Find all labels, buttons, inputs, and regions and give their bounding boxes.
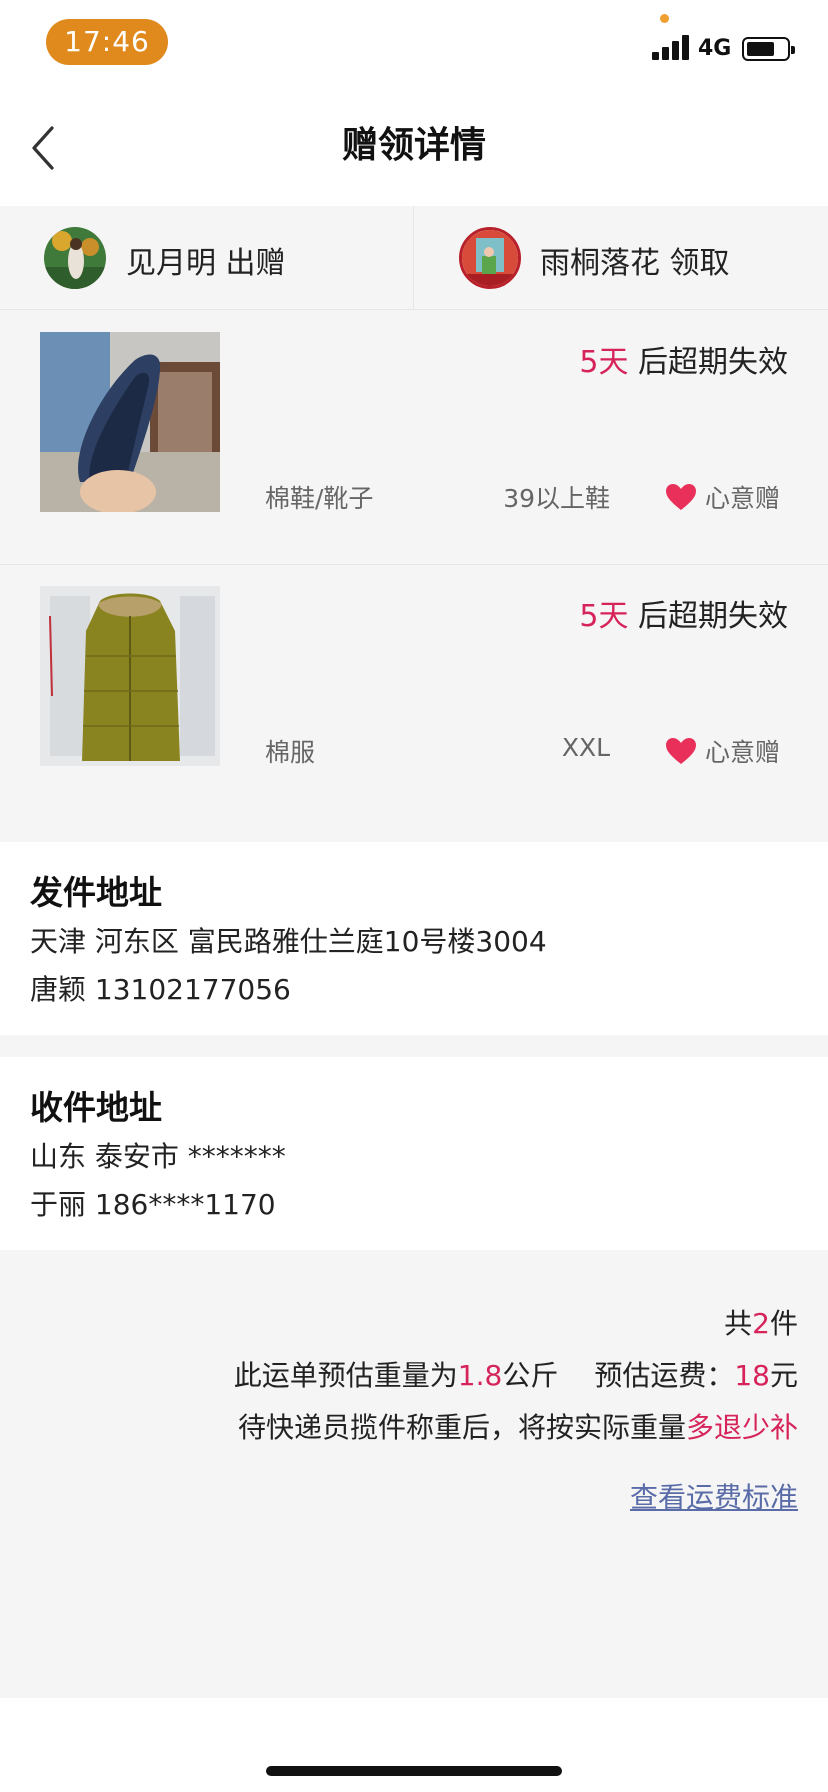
status-bar: 17:46 4G <box>0 0 828 88</box>
gift-item[interactable]: 5天 后超期失效 棉服 XXL 心意赠 <box>0 565 828 819</box>
item-count-suffix: 件 <box>769 1307 798 1340</box>
expire-suffix: 后超期失效 <box>628 599 788 634</box>
giver-label: 见月明 出赠 <box>126 238 286 282</box>
weight-prefix: 此运单预估重量为 <box>233 1359 458 1392</box>
note-highlight: 多退少补 <box>685 1411 798 1444</box>
giver-name: 见月明 <box>126 246 216 281</box>
note-prefix: 待快递员揽件称重后，将按实际重量 <box>237 1411 686 1444</box>
giver-avatar <box>44 227 106 289</box>
send-address-contact: 唐颖 13102177056 <box>30 973 291 1006</box>
signal-strength-icon <box>652 34 692 60</box>
receiver-name: 雨桐落花 <box>540 246 660 281</box>
send-address-title: 发件地址 <box>30 873 162 912</box>
item-count-value: 2 <box>752 1307 770 1340</box>
send-address-section: 发件地址 天津 河东区 富民路雅仕兰庭10号楼3004 唐颖 131021770… <box>0 842 828 1035</box>
send-address-text: 天津 河东区 富民路雅仕兰庭10号楼3004 <box>30 925 547 958</box>
receiver-cell[interactable]: 雨桐落花 领取 <box>414 206 827 310</box>
section-separator <box>0 1035 828 1057</box>
network-type: 4G <box>698 36 732 61</box>
gift-items-panel: 见月明 出赠 雨桐落花 领取 5天 后超期失效 棉鞋/靴子 39以上鞋 心意赠 … <box>0 206 828 842</box>
fee-prefix: 预估运费： <box>594 1359 735 1392</box>
users-row: 见月明 出赠 雨桐落花 领取 <box>0 206 828 310</box>
page-title: 赠领详情 <box>341 125 486 166</box>
expire-suffix: 后超期失效 <box>628 345 788 380</box>
expire-days: 5天 <box>579 345 629 380</box>
recording-dot-icon <box>660 14 669 23</box>
item-size: XXL <box>561 733 610 762</box>
shoe-photo <box>40 332 220 512</box>
expire-notice: 5天 后超期失效 <box>579 591 788 635</box>
status-time: 17:46 <box>46 19 168 65</box>
receiver-avatar <box>459 227 521 289</box>
expire-days: 5天 <box>579 599 629 634</box>
gift-type-tag: 心意赠 <box>705 484 781 513</box>
expire-notice: 5天 后超期失效 <box>579 337 788 381</box>
receive-address-text: 山东 泰安市 ******* <box>30 1140 286 1173</box>
view-fee-standard-link[interactable]: 查看运费标准 <box>630 1476 798 1516</box>
gift-type-tag: 心意赠 <box>705 738 781 767</box>
item-count-prefix: 共 <box>724 1307 753 1340</box>
receiver-action: 领取 <box>669 246 730 281</box>
nav-bar: 赠领详情 <box>0 88 828 206</box>
coat-photo <box>40 586 220 766</box>
heart-icon <box>666 484 696 510</box>
item-category: 棉服 <box>265 738 316 767</box>
shipping-summary: 共2件 此运单预估重量为1.8公斤 预估运费：18元 待快递员揽件称重后，将按实际… <box>0 1250 828 1698</box>
weight-fee-line: 此运单预估重量为1.8公斤 预估运费：18元 <box>234 1354 798 1394</box>
receive-address-title: 收件地址 <box>30 1088 162 1127</box>
receiver-label: 雨桐落花 领取 <box>540 238 730 282</box>
fee-value: 18 <box>734 1359 770 1392</box>
battery-icon <box>742 37 795 61</box>
home-indicator[interactable] <box>266 1766 562 1776</box>
gift-item[interactable]: 5天 后超期失效 棉鞋/靴子 39以上鞋 心意赠 <box>0 311 828 565</box>
heart-icon <box>666 738 696 764</box>
giver-action: 出赠 <box>225 246 286 281</box>
item-category: 棉鞋/靴子 <box>265 484 374 513</box>
fee-unit: 元 <box>769 1359 798 1392</box>
item-count: 共2件 <box>724 1302 798 1342</box>
weight-unit: 公斤 <box>502 1359 559 1392</box>
item-size: 39以上鞋 <box>503 484 610 513</box>
weighing-note: 待快递员揽件称重后，将按实际重量多退少补 <box>238 1406 798 1446</box>
giver-cell[interactable]: 见月明 出赠 <box>0 206 413 310</box>
receive-address-section: 收件地址 山东 泰安市 ******* 于丽 186****1170 <box>0 1057 828 1250</box>
weight-value: 1.8 <box>457 1359 503 1392</box>
receive-address-contact: 于丽 186****1170 <box>30 1188 276 1221</box>
